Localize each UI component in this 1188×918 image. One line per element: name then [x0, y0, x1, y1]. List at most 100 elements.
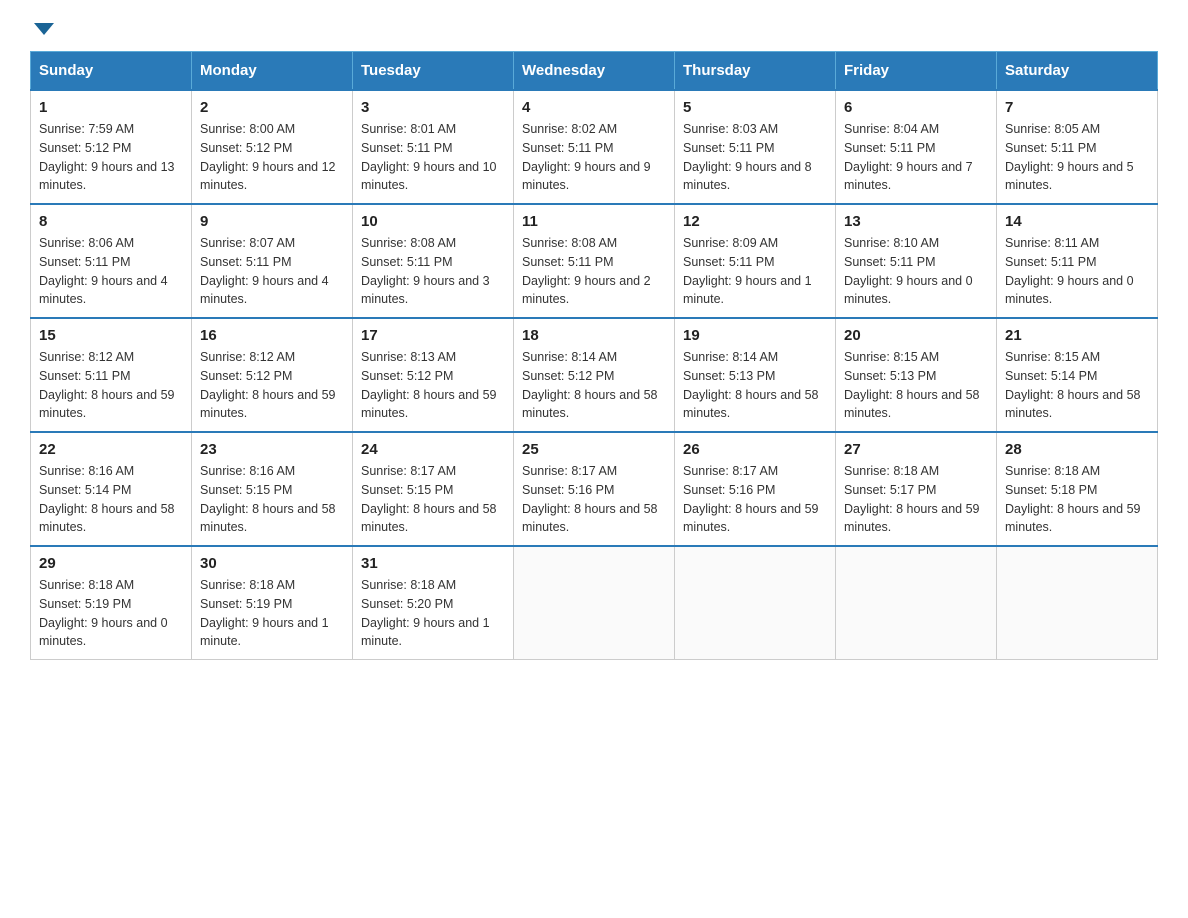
day-number: 14 — [1005, 213, 1149, 230]
day-info: Sunrise: 8:09 AMSunset: 5:11 PMDaylight:… — [683, 234, 827, 309]
calendar-day-cell — [997, 546, 1158, 660]
day-info: Sunrise: 8:18 AMSunset: 5:18 PMDaylight:… — [1005, 462, 1149, 537]
day-info: Sunrise: 8:14 AMSunset: 5:13 PMDaylight:… — [683, 348, 827, 423]
weekday-header-monday: Monday — [192, 52, 353, 91]
day-info: Sunrise: 8:10 AMSunset: 5:11 PMDaylight:… — [844, 234, 988, 309]
day-number: 1 — [39, 99, 183, 116]
day-number: 11 — [522, 213, 666, 230]
day-number: 17 — [361, 327, 505, 344]
day-number: 21 — [1005, 327, 1149, 344]
calendar-day-cell: 23Sunrise: 8:16 AMSunset: 5:15 PMDayligh… — [192, 432, 353, 546]
calendar-day-cell: 13 Sunrise: 8:10 AMSunset: 5:11 PMDayligh… — [836, 204, 997, 318]
day-info: Sunrise: 8:12 AMSunset: 5:11 PMDaylight:… — [39, 348, 183, 423]
calendar-day-cell: 21 Sunrise: 8:15 AMSunset: 5:14 PMDayligh… — [997, 318, 1158, 432]
day-info: Sunrise: 8:04 AMSunset: 5:11 PMDaylight:… — [844, 120, 988, 195]
calendar-day-cell: 11Sunrise: 8:08 AMSunset: 5:11 PMDayligh… — [514, 204, 675, 318]
calendar-day-cell: 3 Sunrise: 8:01 AMSunset: 5:11 PMDaylight… — [353, 90, 514, 204]
day-info: Sunrise: 8:16 AMSunset: 5:14 PMDaylight:… — [39, 462, 183, 537]
day-info: Sunrise: 8:06 AMSunset: 5:11 PMDaylight:… — [39, 234, 183, 309]
calendar-day-cell: 17 Sunrise: 8:13 AMSunset: 5:12 PMDayligh… — [353, 318, 514, 432]
calendar-table: SundayMondayTuesdayWednesdayThursdayFrid… — [30, 51, 1158, 660]
day-number: 24 — [361, 441, 505, 458]
day-number: 2 — [200, 99, 344, 116]
day-number: 25 — [522, 441, 666, 458]
calendar-day-cell: 12Sunrise: 8:09 AMSunset: 5:11 PMDayligh… — [675, 204, 836, 318]
calendar-day-cell — [836, 546, 997, 660]
weekday-header-tuesday: Tuesday — [353, 52, 514, 91]
weekday-header-thursday: Thursday — [675, 52, 836, 91]
calendar-day-cell: 14Sunrise: 8:11 AMSunset: 5:11 PMDayligh… — [997, 204, 1158, 318]
day-number: 20 — [844, 327, 988, 344]
calendar-day-cell: 30Sunrise: 8:18 AMSunset: 5:19 PMDayligh… — [192, 546, 353, 660]
calendar-day-cell: 29 Sunrise: 8:18 AMSunset: 5:19 PMDayligh… — [31, 546, 192, 660]
calendar-day-cell — [514, 546, 675, 660]
day-number: 26 — [683, 441, 827, 458]
logo — [30, 20, 54, 31]
calendar-header-row: SundayMondayTuesdayWednesdayThursdayFrid… — [31, 52, 1158, 91]
weekday-header-friday: Friday — [836, 52, 997, 91]
day-number: 27 — [844, 441, 988, 458]
calendar-day-cell: 15 Sunrise: 8:12 AMSunset: 5:11 PMDayligh… — [31, 318, 192, 432]
day-number: 13 — [844, 213, 988, 230]
page-header — [30, 20, 1158, 31]
day-info: Sunrise: 8:17 AMSunset: 5:15 PMDaylight:… — [361, 462, 505, 537]
day-info: Sunrise: 8:01 AMSunset: 5:11 PMDaylight:… — [361, 120, 505, 195]
calendar-day-cell — [675, 546, 836, 660]
day-number: 6 — [844, 99, 988, 116]
day-info: Sunrise: 8:07 AMSunset: 5:11 PMDaylight:… — [200, 234, 344, 309]
calendar-day-cell: 2 Sunrise: 8:00 AMSunset: 5:12 PMDaylight… — [192, 90, 353, 204]
calendar-week-row: 8 Sunrise: 8:06 AMSunset: 5:11 PMDaylight… — [31, 204, 1158, 318]
day-info: Sunrise: 8:15 AMSunset: 5:14 PMDaylight:… — [1005, 348, 1149, 423]
calendar-week-row: 22 Sunrise: 8:16 AMSunset: 5:14 PMDayligh… — [31, 432, 1158, 546]
calendar-day-cell: 1 Sunrise: 7:59 AMSunset: 5:12 PMDaylight… — [31, 90, 192, 204]
day-number: 3 — [361, 99, 505, 116]
weekday-header-saturday: Saturday — [997, 52, 1158, 91]
day-info: Sunrise: 8:00 AMSunset: 5:12 PMDaylight:… — [200, 120, 344, 195]
day-info: Sunrise: 8:14 AMSunset: 5:12 PMDaylight:… — [522, 348, 666, 423]
day-number: 18 — [522, 327, 666, 344]
day-number: 8 — [39, 213, 183, 230]
day-number: 29 — [39, 555, 183, 572]
day-number: 23 — [200, 441, 344, 458]
day-number: 10 — [361, 213, 505, 230]
calendar-day-cell: 27 Sunrise: 8:18 AMSunset: 5:17 PMDayligh… — [836, 432, 997, 546]
day-info: Sunrise: 7:59 AMSunset: 5:12 PMDaylight:… — [39, 120, 183, 195]
day-info: Sunrise: 8:13 AMSunset: 5:12 PMDaylight:… — [361, 348, 505, 423]
calendar-day-cell: 28 Sunrise: 8:18 AMSunset: 5:18 PMDayligh… — [997, 432, 1158, 546]
calendar-day-cell: 7 Sunrise: 8:05 AMSunset: 5:11 PMDaylight… — [997, 90, 1158, 204]
day-number: 4 — [522, 99, 666, 116]
calendar-day-cell: 8 Sunrise: 8:06 AMSunset: 5:11 PMDaylight… — [31, 204, 192, 318]
day-info: Sunrise: 8:12 AMSunset: 5:12 PMDaylight:… — [200, 348, 344, 423]
day-info: Sunrise: 8:17 AMSunset: 5:16 PMDaylight:… — [683, 462, 827, 537]
calendar-day-cell: 26 Sunrise: 8:17 AMSunset: 5:16 PMDayligh… — [675, 432, 836, 546]
calendar-day-cell: 22 Sunrise: 8:16 AMSunset: 5:14 PMDayligh… — [31, 432, 192, 546]
day-info: Sunrise: 8:05 AMSunset: 5:11 PMDaylight:… — [1005, 120, 1149, 195]
day-number: 15 — [39, 327, 183, 344]
calendar-day-cell: 24 Sunrise: 8:17 AMSunset: 5:15 PMDayligh… — [353, 432, 514, 546]
calendar-day-cell: 6 Sunrise: 8:04 AMSunset: 5:11 PMDaylight… — [836, 90, 997, 204]
day-number: 19 — [683, 327, 827, 344]
calendar-week-row: 15 Sunrise: 8:12 AMSunset: 5:11 PMDayligh… — [31, 318, 1158, 432]
day-info: Sunrise: 8:18 AMSunset: 5:19 PMDaylight:… — [200, 576, 344, 651]
calendar-week-row: 29 Sunrise: 8:18 AMSunset: 5:19 PMDayligh… — [31, 546, 1158, 660]
calendar-week-row: 1 Sunrise: 7:59 AMSunset: 5:12 PMDaylight… — [31, 90, 1158, 204]
day-info: Sunrise: 8:18 AMSunset: 5:20 PMDaylight:… — [361, 576, 505, 651]
day-info: Sunrise: 8:17 AMSunset: 5:16 PMDaylight:… — [522, 462, 666, 537]
day-number: 16 — [200, 327, 344, 344]
calendar-day-cell: 20 Sunrise: 8:15 AMSunset: 5:13 PMDayligh… — [836, 318, 997, 432]
day-number: 31 — [361, 555, 505, 572]
calendar-day-cell: 31 Sunrise: 8:18 AMSunset: 5:20 PMDayligh… — [353, 546, 514, 660]
day-info: Sunrise: 8:18 AMSunset: 5:19 PMDaylight:… — [39, 576, 183, 651]
calendar-day-cell: 25 Sunrise: 8:17 AMSunset: 5:16 PMDayligh… — [514, 432, 675, 546]
day-info: Sunrise: 8:18 AMSunset: 5:17 PMDaylight:… — [844, 462, 988, 537]
weekday-header-sunday: Sunday — [31, 52, 192, 91]
calendar-day-cell: 9Sunrise: 8:07 AMSunset: 5:11 PMDaylight… — [192, 204, 353, 318]
calendar-day-cell: 18 Sunrise: 8:14 AMSunset: 5:12 PMDayligh… — [514, 318, 675, 432]
day-number: 5 — [683, 99, 827, 116]
day-info: Sunrise: 8:15 AMSunset: 5:13 PMDaylight:… — [844, 348, 988, 423]
day-number: 7 — [1005, 99, 1149, 116]
day-number: 22 — [39, 441, 183, 458]
day-number: 28 — [1005, 441, 1149, 458]
calendar-day-cell: 4Sunrise: 8:02 AMSunset: 5:11 PMDaylight… — [514, 90, 675, 204]
weekday-header-wednesday: Wednesday — [514, 52, 675, 91]
